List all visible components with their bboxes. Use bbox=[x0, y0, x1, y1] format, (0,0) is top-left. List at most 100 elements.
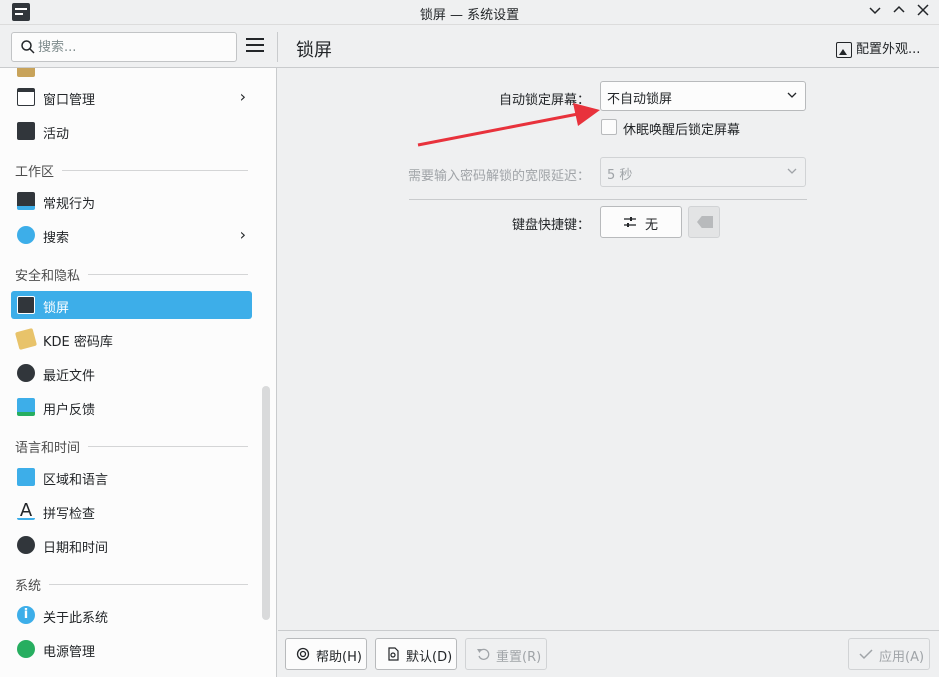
sidebar-item-label: 活动 bbox=[43, 127, 70, 142]
sidebar-item-label: 常规行为 bbox=[43, 197, 96, 212]
sidebar-item-spell-check[interactable]: A 拼写检查 bbox=[11, 497, 252, 525]
title-bar: 锁屏 — 系统设置 bbox=[0, 0, 939, 25]
general-behavior-icon bbox=[17, 192, 35, 210]
section-label: 语言和时间 bbox=[15, 437, 89, 456]
sidebar-item-general-behavior[interactable]: 常规行为 bbox=[11, 187, 252, 215]
sidebar-item-label: 日期和时间 bbox=[43, 541, 109, 556]
checkmark-icon bbox=[859, 649, 873, 660]
recent-files-icon bbox=[17, 364, 35, 382]
close-button[interactable] bbox=[914, 3, 932, 21]
chevron-down-icon bbox=[869, 7, 881, 15]
sidebar-item-user-feedback[interactable]: 用户反馈 bbox=[11, 393, 252, 421]
search-box[interactable] bbox=[11, 32, 237, 62]
close-icon bbox=[917, 4, 929, 16]
edit-clear-icon bbox=[697, 216, 713, 228]
search-settings-icon bbox=[17, 226, 35, 244]
configure-appearance-label: 配置外观... bbox=[856, 42, 921, 57]
sidebar-item-label: 区域和语言 bbox=[43, 473, 109, 488]
grace-delay-combo[interactable]: 5 秒 bbox=[600, 157, 806, 187]
chevron-right-icon: › bbox=[239, 87, 246, 106]
sidebar-item-label: 用户反馈 bbox=[43, 403, 96, 418]
info-icon: i bbox=[17, 606, 35, 624]
chevron-right-icon: › bbox=[239, 225, 246, 244]
sidebar-item-label: 窗口管理 bbox=[43, 93, 96, 108]
date-time-icon bbox=[17, 536, 35, 554]
sidebar-item-label: KDE 密码库 bbox=[43, 335, 113, 350]
sidebar-item-search[interactable]: 搜索 › bbox=[11, 221, 252, 249]
search-input[interactable] bbox=[38, 38, 228, 56]
clear-shortcut-button[interactable] bbox=[688, 206, 720, 238]
configure-appearance-button[interactable]: 配置外观... bbox=[836, 38, 920, 58]
sidebar: 窗口管理 › 活动 工作区 常规行为 搜索 › 安全和隐私 锁屏 KDE 密码库… bbox=[0, 68, 277, 677]
chevron-down-icon bbox=[787, 92, 797, 98]
apply-button[interactable]: 应用(A) bbox=[848, 638, 930, 670]
sidebar-scrollbar[interactable] bbox=[262, 386, 270, 620]
shortcut-label: 键盘快捷键： bbox=[511, 218, 590, 233]
section-label: 系统 bbox=[15, 575, 50, 594]
window-title: 锁屏 — 系统设置 bbox=[419, 8, 520, 23]
spell-check-icon: A bbox=[17, 502, 35, 520]
search-icon bbox=[21, 40, 35, 54]
header: 锁屏 配置外观... bbox=[0, 26, 939, 68]
lock-screen-icon bbox=[17, 296, 35, 314]
sidebar-item-date-time[interactable]: 日期和时间 bbox=[11, 531, 252, 559]
grace-delay-label: 需要输入密码解锁的宽限延迟： bbox=[407, 169, 590, 184]
sidebar-item-partial[interactable] bbox=[11, 68, 252, 82]
main-content: 自动锁定屏幕： 不自动锁屏 休眠唤醒后锁定屏幕 需要输入密码解锁的宽限延迟： 5… bbox=[278, 68, 939, 630]
user-feedback-icon bbox=[17, 398, 35, 416]
help-label: 帮助(H) bbox=[316, 650, 362, 665]
page-title: 锁屏 bbox=[296, 40, 332, 61]
header-separator bbox=[277, 32, 278, 62]
section-label: 工作区 bbox=[15, 161, 63, 180]
sidebar-item-kde-wallet[interactable]: KDE 密码库 bbox=[11, 325, 252, 353]
sidebar-item-label: 电源管理 bbox=[43, 645, 96, 660]
auto-lock-combo[interactable]: 不自动锁屏 bbox=[600, 81, 806, 111]
region-language-icon bbox=[17, 468, 35, 486]
partial-item-icon bbox=[17, 68, 35, 77]
section-divider bbox=[409, 199, 807, 200]
sidebar-item-window-management[interactable]: 窗口管理 › bbox=[11, 83, 252, 111]
shortcut-value: 无 bbox=[645, 218, 659, 233]
kde-wallet-icon bbox=[14, 327, 38, 351]
activities-icon bbox=[17, 122, 35, 140]
section-security-privacy: 安全和隐私 bbox=[15, 263, 248, 284]
shortcut-button[interactable]: 无 bbox=[600, 206, 682, 238]
sidebar-item-lock-screen[interactable]: 锁屏 bbox=[11, 291, 252, 319]
section-label: 安全和隐私 bbox=[15, 265, 89, 284]
sidebar-item-label: 搜索 bbox=[43, 231, 70, 246]
maximize-button[interactable] bbox=[890, 3, 908, 21]
auto-lock-value: 不自动锁屏 bbox=[607, 92, 673, 107]
chevron-down-icon bbox=[787, 168, 797, 174]
sidebar-item-label: 关于此系统 bbox=[43, 611, 109, 626]
annotation-arrow-icon bbox=[417, 103, 600, 147]
minimize-button[interactable] bbox=[866, 3, 884, 21]
sidebar-item-activities[interactable]: 活动 bbox=[11, 117, 252, 145]
sidebar-item-label: 最近文件 bbox=[43, 369, 96, 384]
image-icon bbox=[836, 41, 852, 58]
defaults-button[interactable]: 默认(D) bbox=[375, 638, 457, 670]
sidebar-item-label: 拼写检查 bbox=[43, 507, 96, 522]
chevron-up-icon bbox=[893, 5, 905, 13]
help-button[interactable]: 帮助(H) bbox=[285, 638, 367, 670]
configure-icon bbox=[624, 217, 636, 227]
grace-delay-value: 5 秒 bbox=[607, 168, 633, 183]
help-icon bbox=[296, 647, 310, 661]
window-management-icon bbox=[17, 88, 35, 106]
sidebar-item-power-management[interactable]: 电源管理 bbox=[11, 635, 252, 663]
section-workspace: 工作区 bbox=[15, 159, 248, 180]
section-system: 系统 bbox=[15, 573, 248, 594]
defaults-label: 默认(D) bbox=[406, 650, 453, 665]
reset-label: 重置(R) bbox=[496, 650, 542, 665]
reset-button[interactable]: 重置(R) bbox=[465, 638, 547, 670]
section-language-time: 语言和时间 bbox=[15, 435, 248, 456]
footer: 帮助(H) 默认(D) 重置(R) 应用(A) bbox=[278, 630, 939, 677]
power-management-icon bbox=[17, 640, 35, 658]
sidebar-item-about-system[interactable]: i 关于此系统 bbox=[11, 601, 252, 629]
sidebar-item-region-language[interactable]: 区域和语言 bbox=[11, 463, 252, 491]
sidebar-item-recent-files[interactable]: 最近文件 bbox=[11, 359, 252, 387]
apply-label: 应用(A) bbox=[879, 650, 925, 665]
hamburger-menu-icon[interactable] bbox=[246, 38, 264, 54]
resume-lock-label: 休眠唤醒后锁定屏幕 bbox=[623, 123, 741, 138]
undo-icon bbox=[477, 648, 490, 660]
sidebar-item-label: 锁屏 bbox=[43, 301, 70, 316]
